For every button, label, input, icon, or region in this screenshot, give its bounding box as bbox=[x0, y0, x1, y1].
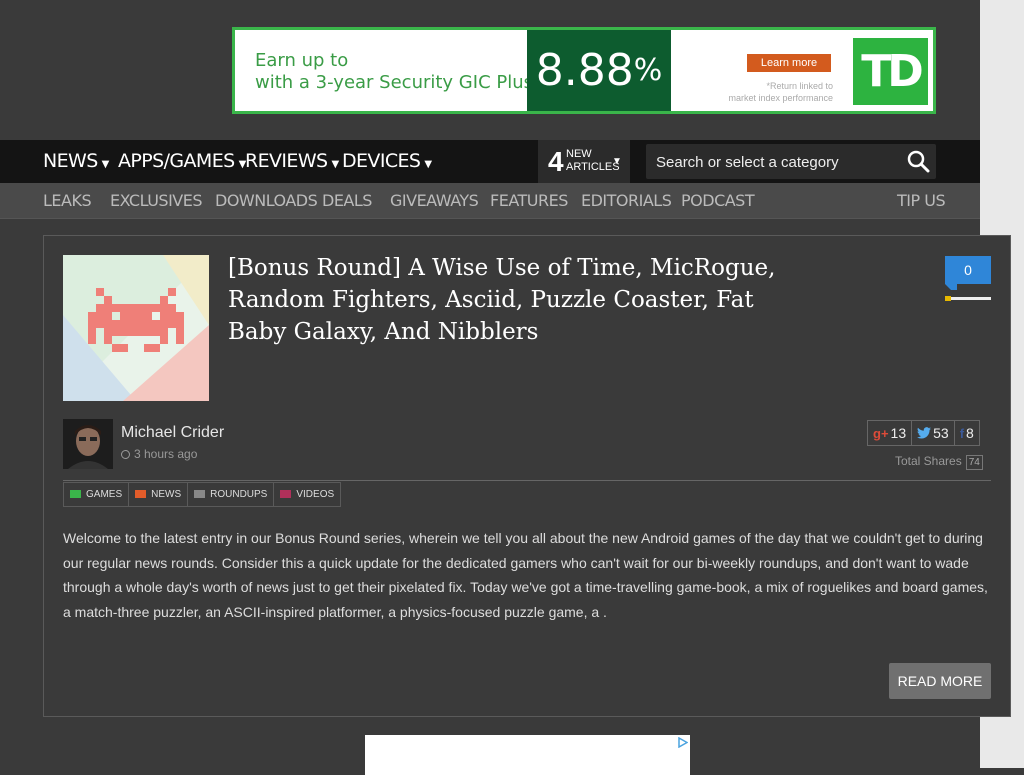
subnav-item-leaks[interactable]: LEAKS bbox=[43, 183, 92, 218]
facebook-icon: f bbox=[959, 426, 965, 441]
subnav-item-giveaways[interactable]: GIVEAWAYS bbox=[390, 183, 479, 218]
subnav-item-deals[interactable]: DEALS bbox=[322, 183, 372, 218]
ad-line1: Earn up to bbox=[255, 50, 349, 71]
ad-learn-more-button[interactable]: Learn more bbox=[747, 54, 831, 72]
sub-nav: LEAKS EXCLUSIVES DOWNLOADS DEALS GIVEAWA… bbox=[0, 183, 980, 219]
ad-rate-pct: % bbox=[633, 53, 663, 88]
avatar[interactable] bbox=[63, 419, 113, 469]
caret-down-icon: ▼ bbox=[101, 159, 110, 170]
comment-count-badge[interactable]: 0 bbox=[945, 256, 991, 284]
tag-games[interactable]: GAMES bbox=[64, 483, 130, 506]
comment-bar bbox=[945, 296, 991, 301]
tag-label: NEWS bbox=[151, 489, 182, 500]
facebook-count: 8 bbox=[966, 425, 974, 441]
video-icon bbox=[280, 490, 292, 498]
tag-label: VIDEOS bbox=[296, 489, 335, 500]
search-box[interactable] bbox=[646, 144, 936, 181]
nav-item-label: APPS/GAMES bbox=[118, 150, 235, 172]
ad-rate-value: 8.88 bbox=[535, 45, 634, 96]
gplus-share-button[interactable]: g+ 13 bbox=[868, 421, 913, 445]
twitter-icon bbox=[917, 427, 932, 439]
search-input[interactable] bbox=[646, 144, 908, 181]
article-excerpt: Welcome to the latest entry in our Bonus… bbox=[63, 530, 988, 620]
tag-news[interactable]: NEWS bbox=[129, 483, 189, 506]
search-icon[interactable] bbox=[906, 149, 930, 173]
caret-down-icon: ▼ bbox=[612, 156, 622, 167]
nav-item-label: NEWS bbox=[43, 150, 98, 172]
divider bbox=[63, 480, 991, 481]
total-shares-label: Total Shares bbox=[895, 454, 962, 468]
total-shares-count: 74 bbox=[965, 455, 983, 470]
tag-label: ROUNDUPS bbox=[210, 489, 268, 500]
subnav-item-editorials[interactable]: EDITORIALS bbox=[581, 183, 672, 218]
caret-down-icon: ▼ bbox=[424, 159, 432, 170]
bottom-ad[interactable] bbox=[365, 735, 690, 775]
caret-down-icon: ▼ bbox=[331, 159, 339, 170]
tag-videos[interactable]: VIDEOS bbox=[274, 483, 340, 506]
gplus-icon: g+ bbox=[873, 426, 889, 441]
nav-item-devices[interactable]: DEVICES ▼ bbox=[342, 140, 432, 183]
subnav-item-downloads[interactable]: DOWNLOADS bbox=[215, 183, 318, 218]
roundup-icon bbox=[194, 490, 206, 498]
gplus-count: 13 bbox=[890, 425, 907, 441]
article-card: [Bonus Round] A Wise Use of Time, MicRog… bbox=[43, 235, 1011, 717]
subnav-item-podcast[interactable]: PODCAST bbox=[681, 183, 755, 218]
nav-item-news[interactable]: NEWS ▼ bbox=[43, 140, 109, 183]
nav-item-reviews[interactable]: REVIEWS ▼ bbox=[245, 140, 339, 183]
twitter-count: 53 bbox=[933, 425, 949, 441]
post-time: 3 hours ago bbox=[121, 447, 197, 461]
subnav-item-features[interactable]: FEATURES bbox=[490, 183, 568, 218]
tag-label: GAMES bbox=[86, 489, 123, 500]
nav-item-label: DEVICES bbox=[342, 150, 421, 172]
article-title[interactable]: [Bonus Round] A Wise Use of Time, MicRog… bbox=[228, 252, 788, 348]
author-name[interactable]: Michael Crider bbox=[121, 424, 224, 442]
ad-line2: with a 3-year Security GIC Plus.* bbox=[255, 72, 548, 93]
share-buttons: g+ 13 53 f8 bbox=[867, 420, 980, 446]
facebook-share-button[interactable]: f8 bbox=[955, 421, 979, 445]
ad-note-line1: *Return linked to bbox=[766, 81, 833, 91]
tag-roundups[interactable]: ROUNDUPS bbox=[188, 483, 275, 506]
ad-note: *Return linked to market index performan… bbox=[709, 80, 833, 104]
new-articles-button[interactable]: 4 NEW ARTICLES ▼ bbox=[538, 140, 630, 183]
subnav-item-exclusives[interactable]: EXCLUSIVES bbox=[110, 183, 203, 218]
td-logo: TD bbox=[853, 38, 928, 105]
twitter-share-button[interactable]: 53 bbox=[912, 421, 955, 445]
new-articles-line1: NEW bbox=[566, 148, 592, 160]
gamepad-icon bbox=[70, 490, 81, 498]
nav-item-label: REVIEWS bbox=[245, 150, 328, 172]
clock-icon bbox=[121, 450, 130, 459]
ad-rate: 8.88% bbox=[527, 30, 671, 111]
total-shares: Total Shares 74 bbox=[895, 454, 983, 470]
ad-note-line2: market index performance bbox=[728, 93, 833, 103]
adchoices-icon[interactable] bbox=[677, 737, 688, 748]
comment-bubble-tail bbox=[945, 284, 957, 290]
newspaper-icon bbox=[135, 490, 147, 498]
new-articles-count: 4 bbox=[548, 146, 564, 177]
ad-text: Earn up to with a 3-year Security GIC Pl… bbox=[255, 50, 548, 94]
ad-banner[interactable]: Earn up to with a 3-year Security GIC Pl… bbox=[232, 27, 936, 114]
post-time-text: 3 hours ago bbox=[134, 447, 198, 461]
comment-bar-marker bbox=[945, 296, 951, 301]
read-more-button[interactable]: READ MORE bbox=[889, 663, 991, 699]
subnav-item-tip-us[interactable]: TIP US bbox=[897, 183, 946, 218]
nav-item-apps-games[interactable]: APPS/GAMES ▼ bbox=[118, 140, 246, 183]
article-thumbnail[interactable] bbox=[63, 255, 209, 401]
category-tags: GAMES NEWS ROUNDUPS VIDEOS bbox=[63, 482, 342, 507]
